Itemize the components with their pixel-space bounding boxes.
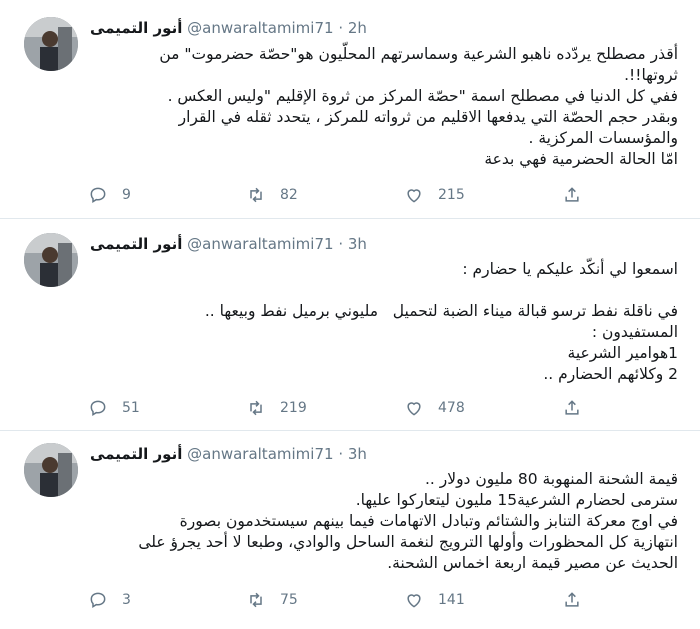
tweet-line: والمؤسسات المركزية .: [528, 129, 679, 147]
timestamp[interactable]: 3h: [348, 445, 367, 463]
tweet-header: أنور التميمى @anwaraltamimi71 · 2h: [90, 19, 367, 37]
reply-count: 3: [122, 592, 131, 608]
reply-button[interactable]: 3: [88, 589, 131, 611]
avatar[interactable]: [24, 17, 78, 71]
author-handle[interactable]: @anwaraltamimi71: [187, 19, 333, 37]
reply-icon: [90, 592, 106, 609]
tweet-line: وبقدر حجم الحصّة التي يدفعها الاقليم من …: [178, 108, 678, 126]
like-count: 478: [438, 400, 465, 416]
like-button[interactable]: 478: [404, 397, 465, 419]
share-icon: [565, 400, 579, 415]
tweet-text: أقذر مصطلح يردّده ناهبو الشرعية وسماسرته…: [159, 44, 678, 170]
like-icon: [407, 594, 421, 608]
retweet-button[interactable]: 75: [246, 589, 298, 611]
like-button[interactable]: 215: [404, 184, 465, 206]
tweet-line: اسمعوا لي أنكّد عليكم يا حضارم :: [462, 260, 678, 278]
author-handle[interactable]: @anwaraltamimi71: [187, 235, 333, 253]
tweet-line: أقذر مصطلح يردّده ناهبو الشرعية وسماسرته…: [159, 45, 678, 63]
tweet-line: الحديث عن مصير قيمة اربعة اخماس الشحنة.: [387, 554, 678, 572]
share-icon: [565, 592, 579, 607]
reply-count: 51: [122, 400, 140, 416]
reply-button[interactable]: 9: [88, 184, 131, 206]
retweet-icon: [250, 187, 262, 203]
tweet-line: 2 وكلائهم الحضارم ..: [543, 365, 678, 383]
tweet-line: انتهازية كل المحظورات وأولها الترويج لنغ…: [138, 533, 678, 551]
tweet-line: سترمى لحضارم الشرعية15 مليون ليتعاركوا ع…: [355, 491, 678, 509]
reply-count: 9: [122, 187, 131, 203]
like-button[interactable]: 141: [404, 589, 465, 611]
share-button[interactable]: [562, 184, 596, 206]
retweet-icon: [250, 400, 262, 416]
tweet[interactable]: أنور التميمى @anwaraltamimi71 · 2h أقذر …: [0, 0, 700, 218]
tweet-line: في ناقلة نفط ترسو قبالة ميناء الضبة لتحم…: [204, 302, 678, 320]
avatar[interactable]: [24, 443, 78, 497]
tweet-line: [205, 280, 678, 301]
tweet-line: ثروتها!!.: [624, 66, 678, 84]
reply-icon: [90, 400, 106, 417]
share-button[interactable]: [562, 397, 596, 419]
tweet-line: في اوج معركة التنابز والشتائم وتبادل الا…: [179, 512, 678, 530]
retweet-count: 75: [280, 592, 298, 608]
tweet-line: امّا الحالة الحضرمية فهي بدعة: [484, 150, 678, 168]
like-icon: [407, 189, 421, 203]
tweet-line: قيمة الشحنة المنهوبة 80 مليون دولار ..: [424, 470, 678, 488]
like-icon: [407, 402, 421, 416]
separator-dot: ·: [338, 19, 344, 37]
tweet-line: ففي كل الدنيا في مصطلح اسمة "حصّة المركز…: [167, 87, 678, 105]
like-count: 215: [438, 187, 465, 203]
retweet-count: 219: [280, 400, 307, 416]
tweet-text: قيمة الشحنة المنهوبة 80 مليون دولار .. س…: [138, 469, 678, 574]
avatar[interactable]: [24, 233, 78, 287]
timestamp[interactable]: 2h: [348, 19, 367, 37]
author-handle[interactable]: @anwaraltamimi71: [187, 445, 333, 463]
retweet-button[interactable]: 82: [246, 184, 298, 206]
retweet-button[interactable]: 219: [246, 397, 307, 419]
tweet-text: اسمعوا لي أنكّد عليكم يا حضارم : في ناقل…: [205, 259, 678, 385]
separator-dot: ·: [338, 235, 344, 253]
tweet-feed: أنور التميمى @anwaraltamimi71 · 2h أقذر …: [0, 0, 700, 629]
share-button[interactable]: [562, 589, 596, 611]
author-name[interactable]: أنور التميمى: [90, 235, 182, 253]
timestamp[interactable]: 3h: [348, 235, 367, 253]
tweet-header: أنور التميمى @anwaraltamimi71 · 3h: [90, 445, 367, 463]
reply-button[interactable]: 51: [88, 397, 140, 419]
author-name[interactable]: أنور التميمى: [90, 445, 182, 463]
retweet-icon: [250, 592, 262, 608]
retweet-count: 82: [280, 187, 298, 203]
author-name[interactable]: أنور التميمى: [90, 19, 182, 37]
tweet[interactable]: أنور التميمى @anwaraltamimi71 · 3h اسمعو…: [0, 219, 700, 430]
tweet-line: 1هوامير الشرعية: [567, 344, 678, 362]
separator-dot: ·: [338, 445, 344, 463]
reply-icon: [90, 187, 106, 204]
tweet-header: أنور التميمى @anwaraltamimi71 · 3h: [90, 235, 367, 253]
share-icon: [565, 187, 579, 202]
tweet-line: المستفيدون :: [591, 323, 678, 341]
like-count: 141: [438, 592, 465, 608]
tweet[interactable]: أنور التميمى @anwaraltamimi71 · 3h قيمة …: [0, 431, 700, 629]
